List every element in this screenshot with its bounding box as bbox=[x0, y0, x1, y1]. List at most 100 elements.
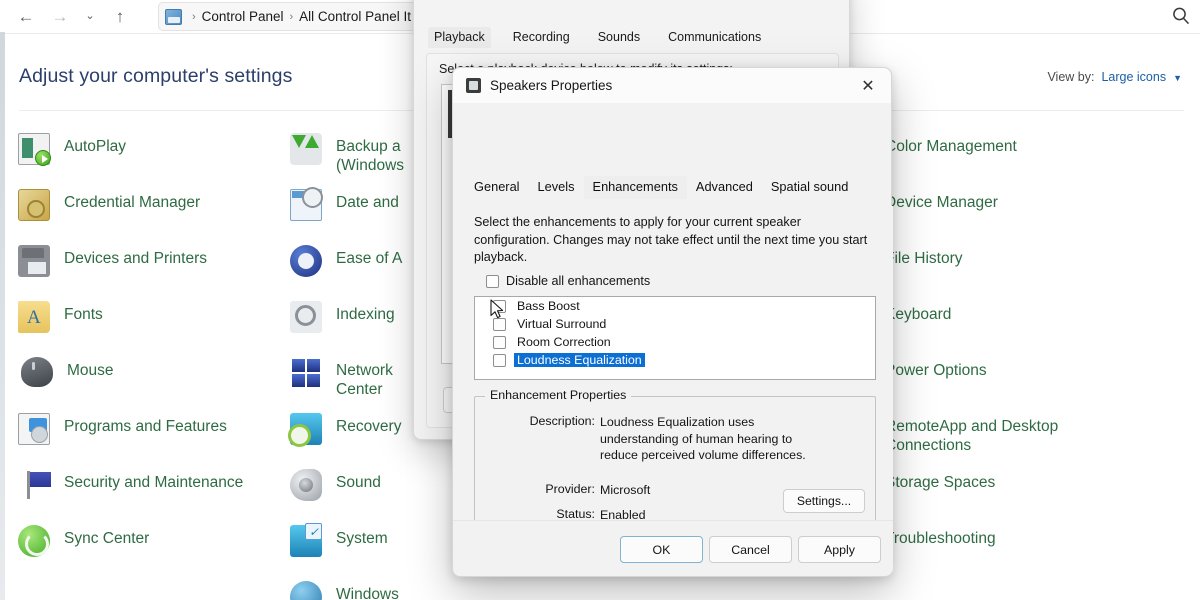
forward-arrow-icon: → bbox=[51, 6, 69, 26]
cp-item-power-options[interactable]: Power Options bbox=[885, 356, 1185, 412]
enhancement-item-virtual-surround[interactable]: Virtual Surround bbox=[475, 315, 875, 333]
cp-item-label: Programs and Features bbox=[64, 418, 227, 435]
sync-center-icon bbox=[18, 525, 50, 557]
disable-all-enhancements-checkbox[interactable]: Disable all enhancements bbox=[486, 274, 650, 288]
page-title: Adjust your computer's settings bbox=[19, 65, 293, 87]
tab-communications[interactable]: Communications bbox=[662, 27, 767, 48]
devices-printers-icon bbox=[18, 245, 50, 277]
checkbox-box[interactable] bbox=[486, 274, 499, 288]
tab-enhancements[interactable]: Enhancements bbox=[583, 176, 687, 199]
view-by-control[interactable]: View by: Large icons ▼ bbox=[1047, 70, 1182, 84]
fonts-icon bbox=[18, 301, 50, 333]
enhancement-item-loudness-equalization[interactable]: Loudness Equalization bbox=[475, 351, 875, 369]
tab-label: Recording bbox=[512, 30, 570, 44]
speaker-icon bbox=[466, 78, 481, 93]
cp-item-label: Network Center bbox=[336, 362, 393, 398]
enhancement-item-room-correction[interactable]: Room Correction bbox=[475, 333, 875, 351]
view-by-label: View by: bbox=[1047, 70, 1095, 84]
enhancements-list[interactable]: Bass Boost Virtual Surround Room Correct… bbox=[474, 296, 876, 380]
tab-sounds[interactable]: Sounds bbox=[592, 27, 646, 48]
address-bar[interactable]: › Control Panel › All Control Panel It bbox=[158, 2, 448, 31]
search-icon[interactable] bbox=[1170, 5, 1192, 27]
ok-button-label: OK bbox=[652, 542, 671, 557]
close-icon: ✕ bbox=[861, 77, 875, 95]
cancel-button[interactable]: Cancel bbox=[709, 536, 792, 563]
cp-item-security-and-maintenance[interactable]: Security and Maintenance bbox=[18, 468, 288, 524]
tab-label: Sounds bbox=[597, 30, 641, 44]
screen: ← → ⌄ ↑ › Control Panel › All Control Pa… bbox=[0, 0, 1200, 600]
cp-item-system[interactable]: ✓ System bbox=[290, 523, 440, 580]
settings-button[interactable]: Settings... bbox=[783, 489, 865, 513]
chevron-down-icon[interactable]: ▼ bbox=[1173, 73, 1182, 83]
breadcrumb-separator-icon: › bbox=[192, 10, 196, 23]
cp-item-label: Fonts bbox=[64, 306, 103, 323]
checkbox-box[interactable] bbox=[493, 335, 506, 349]
cp-item-label: Storage Spaces bbox=[885, 474, 996, 491]
cp-item-file-history[interactable]: File History bbox=[885, 244, 1185, 300]
cp-item-mouse[interactable]: Mouse bbox=[18, 356, 288, 412]
cp-item-programs-and-features[interactable]: Programs and Features bbox=[18, 412, 288, 468]
sound-dialog-titlebar[interactable]: Sound bbox=[414, 0, 849, 9]
apply-button[interactable]: Apply bbox=[798, 536, 881, 563]
settings-button-label: Settings... bbox=[796, 494, 852, 508]
cp-item-keyboard[interactable]: Keyboard bbox=[885, 300, 1185, 356]
property-key: Provider: bbox=[545, 482, 595, 496]
view-by-value[interactable]: Large icons bbox=[1101, 70, 1166, 84]
dialog-title: Speakers Properties bbox=[490, 78, 613, 93]
autoplay-icon bbox=[18, 133, 51, 166]
cp-item-sync-center[interactable]: Sync Center bbox=[18, 524, 288, 580]
ease-of-access-icon bbox=[290, 245, 322, 277]
enhancement-label: Bass Boost bbox=[517, 299, 580, 313]
cp-item-devices-and-printers[interactable]: Devices and Printers bbox=[18, 244, 288, 300]
cp-item-remoteapp-and-desktop-connections[interactable]: RemoteApp and Desktop Connections bbox=[885, 412, 1185, 468]
backup-icon bbox=[290, 133, 322, 165]
speakers-properties-tabs: General Levels Enhancements Advanced Spa… bbox=[465, 176, 857, 199]
up-button[interactable]: ↑ bbox=[104, 2, 136, 30]
cp-item-label: Keyboard bbox=[885, 306, 952, 323]
cp-item-sound[interactable]: Sound bbox=[290, 468, 440, 524]
dialog-footer: OK Cancel Apply bbox=[453, 520, 893, 576]
forward-button[interactable]: → bbox=[44, 2, 76, 30]
cp-item-label: Device Manager bbox=[885, 194, 998, 211]
enhancements-description: Select the enhancements to apply for you… bbox=[474, 215, 868, 264]
cp-item-label: Windows Defender bbox=[336, 586, 399, 600]
cp-item-storage-spaces[interactable]: Storage Spaces bbox=[885, 468, 1185, 524]
tab-spatial-sound[interactable]: Spatial sound bbox=[762, 176, 858, 199]
recent-locations-button[interactable]: ⌄ bbox=[78, 2, 102, 30]
mouse-cursor bbox=[490, 299, 506, 321]
enhancement-item-bass-boost[interactable]: Bass Boost bbox=[475, 297, 875, 315]
cp-item-autoplay[interactable]: AutoPlay bbox=[18, 132, 288, 188]
checkbox-box[interactable] bbox=[493, 353, 506, 367]
back-button[interactable]: ← bbox=[10, 2, 42, 30]
cp-item-color-management[interactable]: Color Management bbox=[885, 132, 1185, 188]
enhancement-label: Virtual Surround bbox=[517, 317, 607, 331]
tab-playback[interactable]: Playback bbox=[428, 27, 491, 48]
cp-item-label: Devices and Printers bbox=[64, 250, 208, 267]
tab-advanced[interactable]: Advanced bbox=[687, 176, 762, 199]
tab-general[interactable]: General bbox=[465, 176, 529, 199]
cp-item-label: AutoPlay bbox=[64, 138, 127, 155]
tab-levels[interactable]: Levels bbox=[529, 176, 584, 199]
breadcrumb-current[interactable]: All Control Panel It bbox=[299, 9, 411, 24]
tab-recording[interactable]: Recording bbox=[507, 27, 576, 48]
control-panel-icon bbox=[165, 8, 182, 25]
cp-item-label: Security and Maintenance bbox=[64, 474, 244, 491]
cp-item-device-manager[interactable]: Device Manager bbox=[885, 188, 1185, 244]
breadcrumb-root[interactable]: Control Panel bbox=[202, 9, 284, 24]
property-provider: Provider: Microsoft bbox=[483, 482, 650, 499]
cp-item-credential-manager[interactable]: Credential Manager bbox=[18, 188, 288, 244]
navigation-buttons: ← → ⌄ ↑ bbox=[10, 0, 136, 32]
dialog-close-button[interactable]: ✕ bbox=[845, 68, 891, 103]
cp-item-troubleshooting[interactable]: Troubleshooting bbox=[885, 524, 1185, 580]
cp-item-label: Color Management bbox=[885, 138, 1017, 155]
ok-button[interactable]: OK bbox=[620, 536, 703, 563]
speakers-properties-titlebar[interactable]: Speakers Properties bbox=[453, 68, 891, 103]
tab-label: General bbox=[474, 179, 520, 194]
cp-item-fonts[interactable]: Fonts bbox=[18, 300, 288, 356]
cp-item-label: RemoteApp and Desktop Connections bbox=[885, 418, 1059, 454]
cp-item-label: File History bbox=[885, 250, 963, 267]
recovery-icon bbox=[288, 413, 322, 447]
cp-item-windows-defender[interactable]: Windows Defender bbox=[290, 580, 440, 600]
enhancement-label: Loudness Equalization bbox=[514, 353, 645, 367]
sound-dialog-close-button[interactable]: ✕ bbox=[805, 0, 849, 9]
